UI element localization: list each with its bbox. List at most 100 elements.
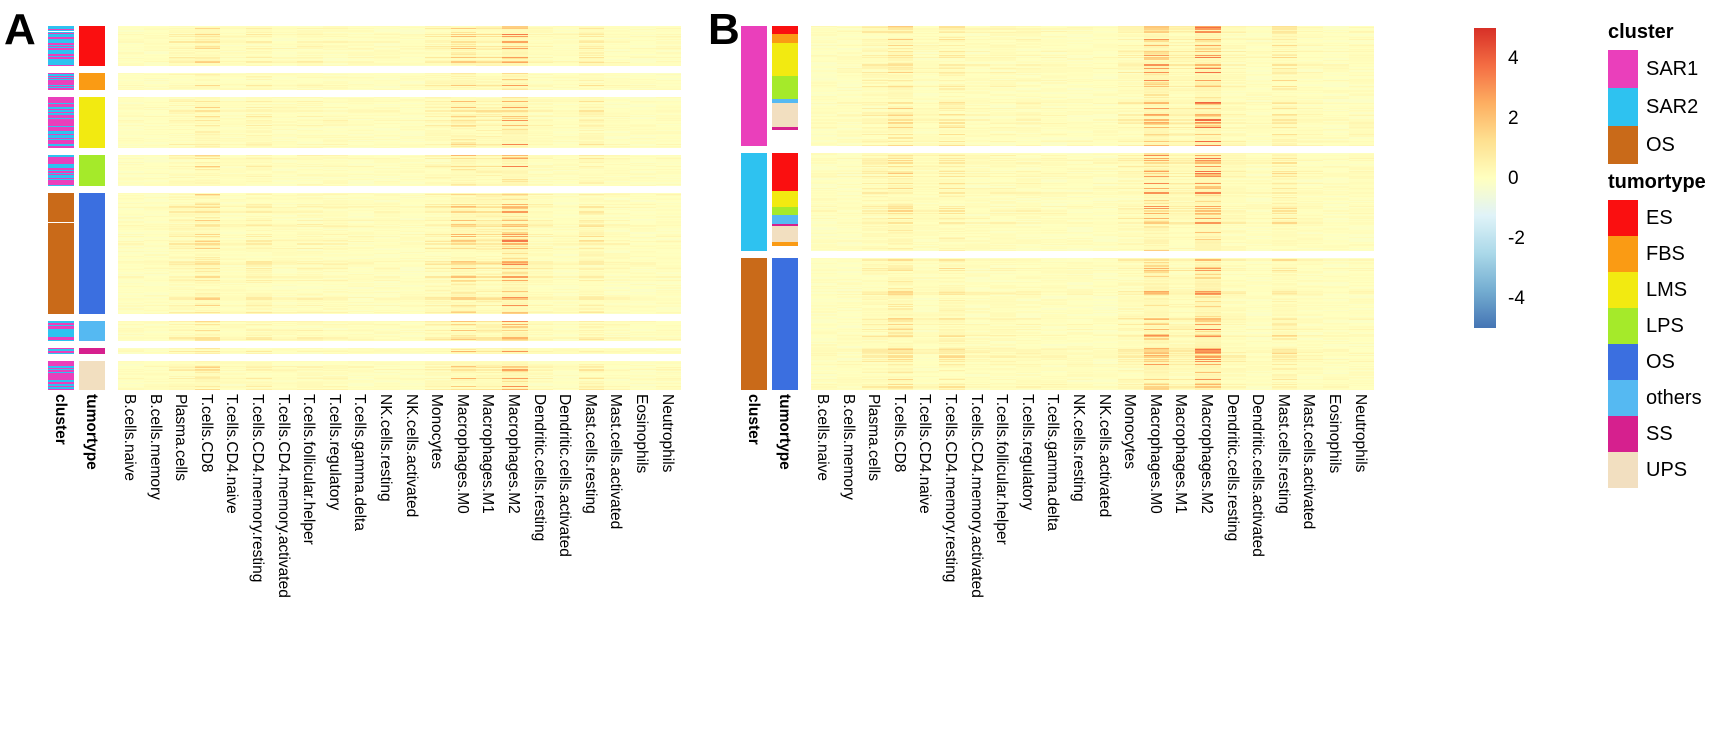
heatmap-cell xyxy=(604,185,630,186)
heatmap-cell xyxy=(425,147,451,148)
heatmap-cell xyxy=(579,65,605,66)
heatmap-cell xyxy=(118,147,144,148)
heatmap-cell xyxy=(144,185,170,186)
heatmap-cell xyxy=(144,147,170,148)
heatmap-cell xyxy=(323,185,349,186)
heatmap-cell xyxy=(118,185,144,186)
heatmap-cell xyxy=(195,65,221,66)
panel-a-heatmap xyxy=(48,26,693,390)
tumortype-annotation-block xyxy=(79,97,105,148)
heatmap-cell xyxy=(502,147,528,148)
heatmap-cell xyxy=(528,65,554,66)
heatmap-cell xyxy=(502,89,528,90)
heatmap-cell xyxy=(348,65,374,66)
cluster-stripe xyxy=(48,313,74,314)
heatmap-cell xyxy=(272,147,298,148)
heatmap-cell xyxy=(476,89,502,90)
heatmap-cell xyxy=(374,65,400,66)
heatmap-cell xyxy=(220,89,246,90)
heatmap-cell xyxy=(476,185,502,186)
cluster-annotation-block xyxy=(48,26,74,66)
heatmap-cell xyxy=(553,185,579,186)
heatmap-cell xyxy=(272,185,298,186)
panel-a-letter: A xyxy=(4,8,36,52)
heatmap-cell xyxy=(630,65,656,66)
heatmap-cell xyxy=(630,89,656,90)
heatmap-cell xyxy=(118,89,144,90)
heatmap-cell xyxy=(144,65,170,66)
heatmap-cell xyxy=(169,89,195,90)
tumortype-annotation-block xyxy=(79,155,105,186)
heatmap-cell xyxy=(579,89,605,90)
heatmap-cell xyxy=(604,89,630,90)
heatmap-cell xyxy=(425,185,451,186)
heatmap-cell xyxy=(451,65,477,66)
tumortype-annotation-block xyxy=(79,193,105,314)
heatmap-cell xyxy=(246,89,272,90)
heatmap-cell xyxy=(195,185,221,186)
heatmap-cell xyxy=(553,147,579,148)
heatmap-cell xyxy=(195,89,221,90)
heatmap-block xyxy=(118,26,681,66)
heatmap-cell xyxy=(323,89,349,90)
heatmap-cell xyxy=(451,147,477,148)
heatmap-cell xyxy=(528,185,554,186)
figure-root: A cluster tumortype B.cells.naive B.cells.m… xyxy=(0,0,1732,733)
heatmap-cell xyxy=(169,147,195,148)
heatmap-cell xyxy=(169,65,195,66)
heatmap-cell xyxy=(118,65,144,66)
heatmap-cell xyxy=(502,65,528,66)
heatmap-cell xyxy=(246,147,272,148)
heatmap-cell xyxy=(656,185,682,186)
cluster-stripe xyxy=(48,185,74,186)
heatmap-cell xyxy=(169,185,195,186)
cluster-stripe xyxy=(48,147,74,148)
heatmap-cell xyxy=(374,185,400,186)
heatmap-cell xyxy=(195,147,221,148)
cluster-stripe xyxy=(48,89,74,90)
heatmap-cell xyxy=(297,65,323,66)
heatmap-cell xyxy=(220,185,246,186)
heatmap-cell xyxy=(220,65,246,66)
heatmap-cell xyxy=(220,147,246,148)
heatmap-cell xyxy=(400,147,426,148)
heatmap-cell xyxy=(400,65,426,66)
cluster-annotation-block xyxy=(48,97,74,148)
heatmap-cell xyxy=(297,185,323,186)
heatmap-cell xyxy=(246,65,272,66)
heatmap-cell xyxy=(476,65,502,66)
heatmap-cell xyxy=(323,65,349,66)
heatmap-cell xyxy=(348,147,374,148)
tumortype-annotation-block xyxy=(79,73,105,91)
heatmap-cell xyxy=(579,147,605,148)
heatmap-cell xyxy=(297,147,323,148)
heatmap-block xyxy=(118,193,681,314)
heatmap-cell xyxy=(374,89,400,90)
heatmap-block xyxy=(118,97,681,148)
heatmap-cell xyxy=(656,65,682,66)
cluster-annotation-block xyxy=(48,73,74,91)
heatmap-cell xyxy=(604,65,630,66)
heatmap-block xyxy=(118,155,681,186)
heatmap-cell xyxy=(144,89,170,90)
heatmap-cell xyxy=(656,147,682,148)
cluster-stripe xyxy=(48,65,74,66)
heatmap-cell xyxy=(451,89,477,90)
heatmap-cell xyxy=(553,65,579,66)
heatmap-cell xyxy=(502,185,528,186)
heatmap-cell xyxy=(528,147,554,148)
heatmap-block xyxy=(118,73,681,91)
cluster-annotation-block xyxy=(48,155,74,186)
heatmap-cell xyxy=(604,147,630,148)
heatmap-cell xyxy=(553,89,579,90)
heatmap-cell xyxy=(656,89,682,90)
heatmap-cell xyxy=(476,147,502,148)
heatmap-cell xyxy=(246,185,272,186)
heatmap-cell xyxy=(425,89,451,90)
heatmap-cell xyxy=(374,147,400,148)
heatmap-cell xyxy=(348,185,374,186)
heatmap-cell xyxy=(630,147,656,148)
heatmap-cell xyxy=(528,89,554,90)
heatmap-cell xyxy=(400,89,426,90)
heatmap-cell xyxy=(630,185,656,186)
